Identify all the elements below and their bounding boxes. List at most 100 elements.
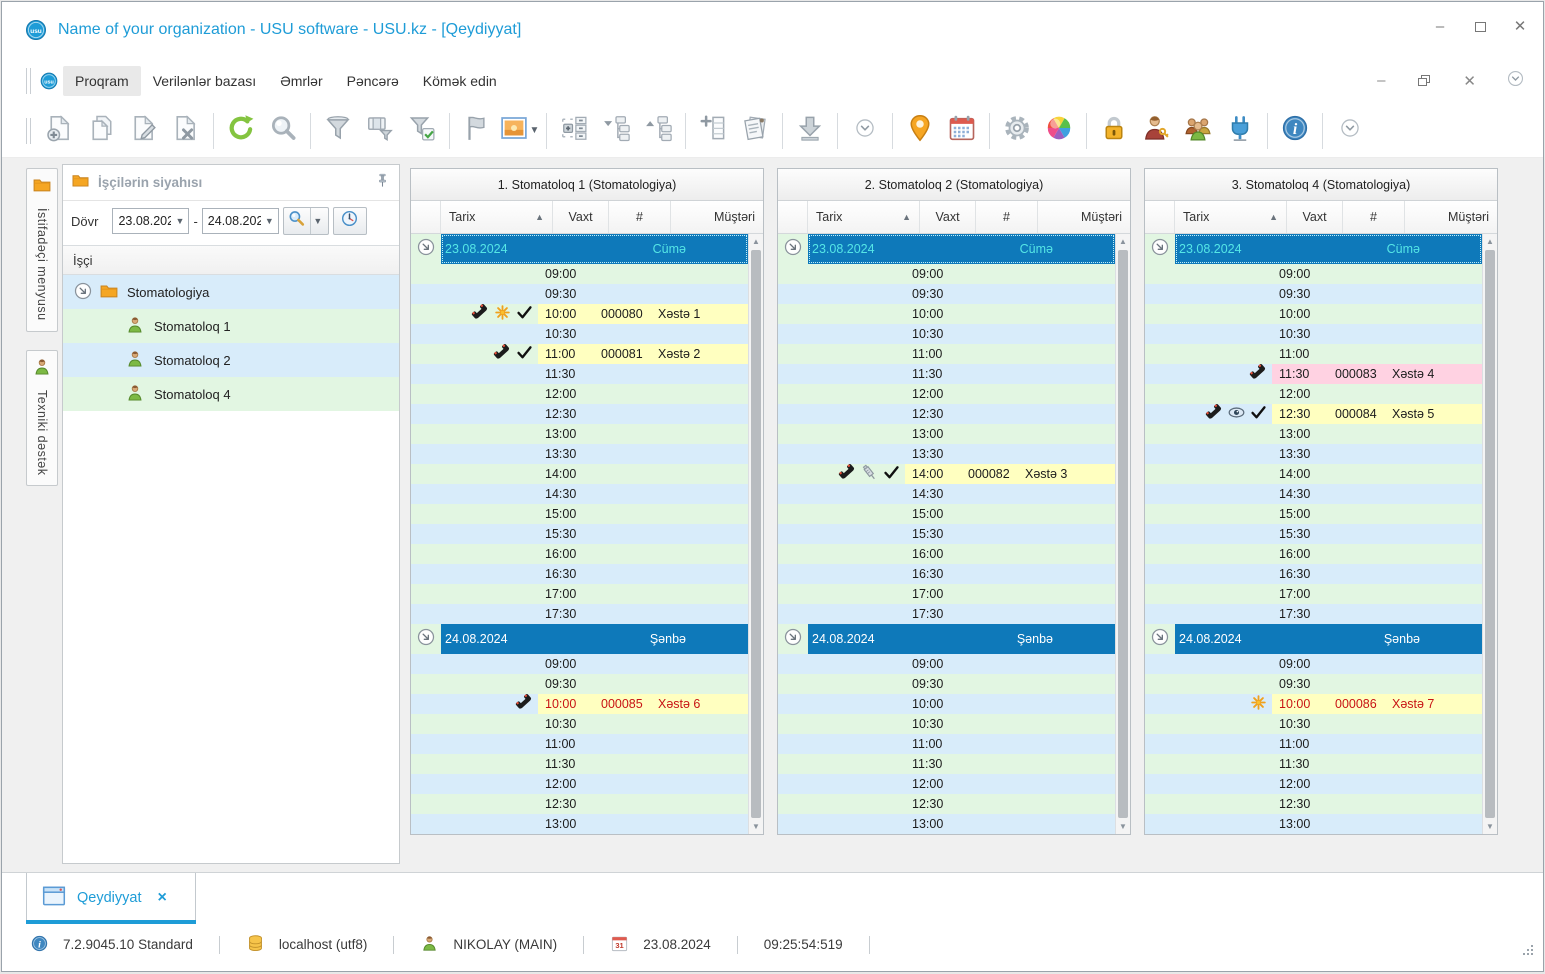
time-cell[interactable]: 12:00 (905, 774, 961, 794)
appointment-id-cell[interactable] (594, 324, 656, 344)
timeslot-row[interactable]: 11:30 (778, 754, 1115, 774)
appointment-row[interactable]: 10:00 000085 Xəstə 6 (411, 694, 748, 714)
appointment-id-cell[interactable] (594, 264, 656, 284)
plug-button[interactable] (1219, 109, 1261, 153)
timeslot-row[interactable]: 12:00 (1145, 384, 1482, 404)
appointment-row[interactable]: 11:00 000081 Xəstə 2 (411, 344, 748, 364)
appointment-id-cell[interactable] (594, 464, 656, 484)
client-cell[interactable] (1390, 504, 1482, 524)
timeslot-row[interactable]: 14:30 (411, 484, 748, 504)
timeslot-row[interactable]: 16:30 (778, 564, 1115, 584)
maximize-button[interactable] (1471, 20, 1489, 36)
appointment-id-cell[interactable] (1328, 464, 1390, 484)
time-cell[interactable]: 11:00 (905, 344, 961, 364)
appointment-id-cell[interactable] (961, 654, 1023, 674)
time-cell[interactable]: 09:30 (1272, 284, 1328, 304)
timeslot-row[interactable]: 13:00 (778, 814, 1115, 834)
appointment-id-cell[interactable] (1328, 564, 1390, 584)
time-cell[interactable]: 17:30 (538, 604, 594, 624)
menu-item[interactable]: Əmrlər (268, 66, 334, 96)
appointment-row[interactable]: 10:00 000086 Xəstə 7 (1145, 694, 1482, 714)
client-cell[interactable] (1390, 734, 1482, 754)
client-cell[interactable] (1023, 544, 1115, 564)
client-cell[interactable] (656, 384, 748, 404)
client-cell[interactable] (656, 814, 748, 834)
scroll-up-icon[interactable]: ▲ (749, 234, 763, 249)
time-cell[interactable]: 09:00 (905, 654, 961, 674)
vertical-scrollbar[interactable]: ▲ ▼ (1482, 234, 1497, 834)
column-header-tarix[interactable]: Tarix ▲ (808, 201, 920, 233)
time-cell[interactable]: 12:30 (905, 794, 961, 814)
timeslot-row[interactable]: 13:30 (411, 444, 748, 464)
time-cell[interactable]: 14:30 (538, 484, 594, 504)
column-header-musteri[interactable]: Müştəri (671, 201, 763, 233)
time-cell[interactable]: 12:00 (538, 384, 594, 404)
timeslot-row[interactable]: 17:00 (411, 584, 748, 604)
appointment-id-cell[interactable] (961, 304, 1023, 324)
time-cell[interactable]: 14:30 (1272, 484, 1328, 504)
client-cell[interactable]: Xəstə 3 (1023, 464, 1115, 484)
timeslot-row[interactable]: 13:00 (411, 424, 748, 444)
pin-icon[interactable] (374, 172, 391, 194)
timeslot-row[interactable]: 09:30 (411, 284, 748, 304)
search-button[interactable] (262, 109, 304, 153)
appointment-id-cell[interactable] (961, 404, 1023, 424)
timeslot-row[interactable]: 10:30 (1145, 714, 1482, 734)
time-cell[interactable]: 12:00 (1272, 384, 1328, 404)
time-cell[interactable]: 10:00 (905, 694, 961, 714)
time-cell[interactable]: 12:30 (538, 794, 594, 814)
client-cell[interactable] (1023, 604, 1115, 624)
appointment-id-cell[interactable] (961, 484, 1023, 504)
client-cell[interactable] (1023, 714, 1115, 734)
client-cell[interactable] (1023, 654, 1115, 674)
client-cell[interactable] (1390, 774, 1482, 794)
appointment-id-cell[interactable] (961, 424, 1023, 444)
tree-node-stomatoloq-1[interactable]: Stomatoloq 1 (63, 309, 399, 343)
scroll-down-icon[interactable]: ▼ (1116, 819, 1130, 834)
doc-edit-button[interactable] (123, 109, 165, 153)
time-cell[interactable]: 16:30 (538, 564, 594, 584)
time-cell[interactable]: 09:30 (538, 284, 594, 304)
timeslot-row[interactable]: 11:30 (411, 364, 748, 384)
time-cell[interactable]: 12:00 (538, 774, 594, 794)
doc-copy-button[interactable] (81, 109, 123, 153)
appointment-id-cell[interactable] (594, 794, 656, 814)
timeslot-row[interactable]: 10:00 (1145, 304, 1482, 324)
timeslot-row[interactable]: 17:30 (411, 604, 748, 624)
appointment-id-cell[interactable] (1328, 304, 1390, 324)
client-cell[interactable] (1023, 484, 1115, 504)
column-header-number[interactable]: # (609, 201, 671, 233)
client-cell[interactable] (1023, 564, 1115, 584)
timeslot-row[interactable]: 09:00 (411, 264, 748, 284)
time-cell[interactable]: 09:00 (1272, 264, 1328, 284)
timeslot-row[interactable]: 11:00 (778, 734, 1115, 754)
client-cell[interactable] (656, 564, 748, 584)
appointment-id-cell[interactable] (594, 284, 656, 304)
time-cell[interactable]: 09:00 (538, 264, 594, 284)
add-row-button[interactable] (692, 109, 734, 153)
time-cell[interactable]: 13:00 (538, 424, 594, 444)
timeslot-row[interactable]: 12:30 (411, 794, 748, 814)
timeslot-row[interactable]: 09:30 (778, 284, 1115, 304)
client-cell[interactable] (1390, 814, 1482, 834)
timeslot-row[interactable]: 10:30 (411, 324, 748, 344)
appointment-id-cell[interactable] (961, 714, 1023, 734)
time-cell[interactable]: 12:30 (905, 404, 961, 424)
appointment-id-cell[interactable] (594, 814, 656, 834)
appointment-id-cell[interactable] (1328, 604, 1390, 624)
timeslot-row[interactable]: 13:00 (1145, 424, 1482, 444)
flag-button[interactable] (456, 109, 498, 153)
time-cell[interactable]: 10:30 (1272, 714, 1328, 734)
tab-tech-support[interactable]: Texniki dəstək (26, 349, 58, 487)
report-button[interactable] (734, 109, 776, 153)
time-cell[interactable]: 14:00 (1272, 464, 1328, 484)
client-cell[interactable] (1390, 544, 1482, 564)
appointment-id-cell[interactable] (594, 444, 656, 464)
appointment-id-cell[interactable] (961, 694, 1023, 714)
tree-node-stomatoloq-2[interactable]: Stomatoloq 2 (63, 343, 399, 377)
time-cell[interactable]: 17:00 (538, 584, 594, 604)
info-button[interactable]: i (1274, 109, 1316, 153)
timeslot-row[interactable]: 12:00 (411, 384, 748, 404)
client-cell[interactable] (656, 484, 748, 504)
time-cell[interactable]: 11:00 (905, 734, 961, 754)
